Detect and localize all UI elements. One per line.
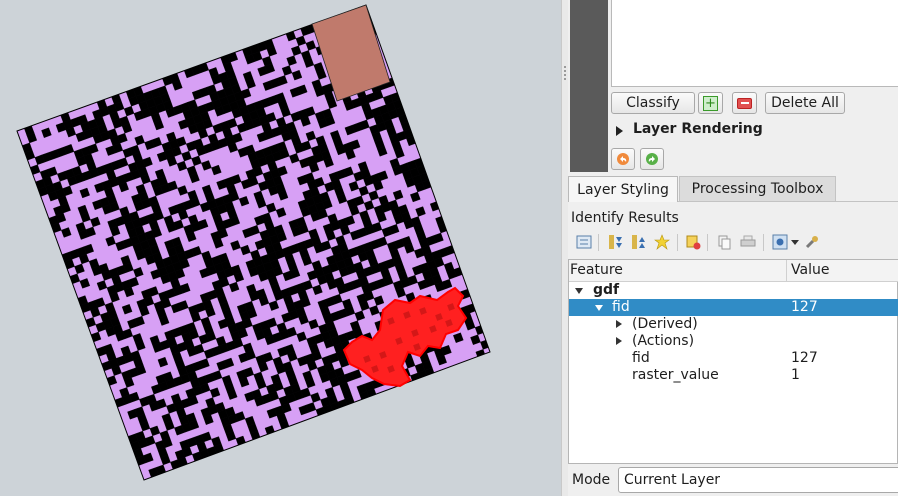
raster-map[interactable] <box>0 0 561 496</box>
collapse-all-icon[interactable] <box>630 234 646 250</box>
collapsed-arrow-icon[interactable] <box>616 337 622 345</box>
toolbar-separator <box>677 234 678 251</box>
raster-extent <box>16 4 491 481</box>
derived-label: (Derived) <box>632 316 698 332</box>
mode-select[interactable]: Current Layer <box>618 467 898 493</box>
feature-id-label: fid <box>612 299 630 315</box>
minus-icon <box>737 97 752 109</box>
expand-all-icon[interactable] <box>607 234 623 250</box>
column-header-value[interactable]: Value <box>791 262 829 278</box>
expanded-arrow-icon[interactable] <box>595 305 603 311</box>
column-header-feature[interactable]: Feature <box>570 262 623 278</box>
classify-button[interactable]: Classify <box>611 92 695 114</box>
tab-layer-styling[interactable]: Layer Styling <box>568 176 678 202</box>
attribute-name: fid <box>632 350 650 366</box>
expanded-arrow-icon[interactable] <box>575 288 583 294</box>
layer-name: gdf <box>593 282 620 298</box>
undo-button[interactable] <box>611 148 635 170</box>
tree-row-derived[interactable]: (Derived) <box>569 316 898 333</box>
tree-row-attribute[interactable]: fid 127 <box>569 350 898 367</box>
add-class-button[interactable]: + <box>698 92 723 114</box>
renderer-preview-strip <box>570 0 608 172</box>
layer-rendering-section[interactable]: Layer Rendering <box>633 121 763 137</box>
attribute-value: 1 <box>791 367 800 383</box>
expand-tree-icon[interactable] <box>576 234 592 250</box>
feature-id-value: 127 <box>791 299 818 315</box>
column-separator[interactable] <box>786 260 787 281</box>
undo-icon <box>617 153 629 165</box>
splitter-grip[interactable] <box>564 66 566 82</box>
tree-header: Feature Value <box>569 260 898 282</box>
class-list[interactable] <box>611 0 898 87</box>
identify-toolbar <box>574 232 864 254</box>
copy-feature-icon[interactable] <box>716 234 732 250</box>
redo-icon <box>646 153 658 165</box>
redo-button[interactable] <box>640 148 664 170</box>
identify-results-tree[interactable]: Feature Value gdf fid 127 (Derived) (Act… <box>568 259 898 464</box>
tab-processing-toolbox[interactable]: Processing Toolbox <box>679 176 836 202</box>
identify-settings-icon[interactable] <box>772 234 788 250</box>
delete-all-button[interactable]: Delete All <box>765 92 845 114</box>
plus-icon: + <box>703 95 718 111</box>
tree-row-feature-selected[interactable]: fid 127 <box>569 299 898 316</box>
settings-wrench-icon[interactable] <box>804 234 820 250</box>
map-canvas[interactable] <box>0 0 561 496</box>
toolbar-separator <box>707 234 708 251</box>
mode-label: Mode <box>572 472 611 488</box>
tree-row-layer[interactable]: gdf <box>569 282 898 299</box>
tree-row-actions[interactable]: (Actions) <box>569 333 898 350</box>
mode-select-value: Current Layer <box>624 472 721 488</box>
select-features-icon[interactable] <box>654 234 670 250</box>
tab-bar-line <box>678 201 898 202</box>
layer-styling-panel: Classify + Delete All Layer Rendering La… <box>568 0 898 496</box>
remove-class-button[interactable] <box>732 92 757 114</box>
toolbar-separator <box>598 234 599 251</box>
collapsed-arrow-icon[interactable] <box>616 126 623 136</box>
dropdown-arrow-icon[interactable] <box>790 234 800 250</box>
actions-label: (Actions) <box>632 333 695 349</box>
collapsed-arrow-icon[interactable] <box>616 320 622 328</box>
attribute-value: 127 <box>791 350 818 366</box>
clear-results-icon[interactable] <box>685 234 701 250</box>
tree-row-attribute[interactable]: raster_value 1 <box>569 367 898 384</box>
attribute-name: raster_value <box>632 367 719 383</box>
identify-results-title: Identify Results <box>571 210 679 226</box>
toolbar-separator <box>763 234 764 251</box>
print-icon[interactable] <box>740 234 756 250</box>
